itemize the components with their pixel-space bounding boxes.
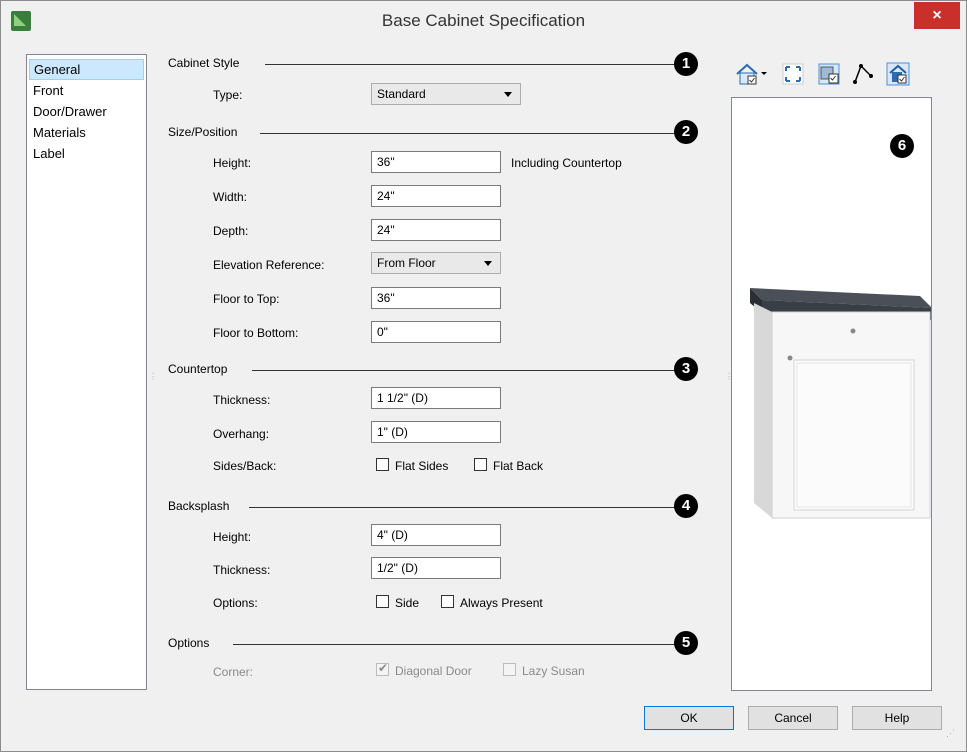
lazy-susan-label: Lazy Susan (522, 664, 585, 678)
category-list: General Front Door/Drawer Materials Labe… (26, 54, 147, 690)
view-type-dropdown-icon[interactable] (735, 62, 767, 86)
elevation-reference-label: Elevation Reference: (213, 258, 325, 272)
width-field[interactable]: 24" (371, 185, 501, 207)
splitter-grip[interactable]: ⋮ (149, 372, 157, 381)
nav-item-front[interactable]: Front (29, 80, 144, 101)
chevron-down-icon (504, 92, 512, 97)
side-checkbox[interactable] (376, 595, 389, 608)
type-value: Standard (377, 87, 426, 101)
elevation-reference-dropdown[interactable]: From Floor (371, 252, 501, 274)
backsplash-thickness-label: Thickness: (213, 563, 271, 577)
backsplash-height-label: Height: (213, 530, 252, 544)
floor-to-top-field[interactable]: 36" (371, 287, 501, 309)
section-divider (260, 133, 675, 134)
side-label: Side (395, 596, 420, 610)
always-present-label: Always Present (460, 596, 543, 610)
section-options-title: Options (168, 636, 210, 650)
sides-back-label: Sides/Back: (213, 459, 277, 473)
callout-badge-2: 2 (674, 120, 698, 144)
callout-badge-5: 5 (674, 631, 698, 655)
section-countertop-title: Countertop (168, 362, 228, 376)
flat-sides-checkbox[interactable] (376, 458, 389, 471)
show-in-preview-icon[interactable] (886, 62, 910, 86)
height-field[interactable]: 36" (371, 151, 501, 173)
fill-window-icon[interactable] (781, 62, 805, 86)
cancel-button[interactable]: Cancel (748, 706, 838, 730)
render-options-icon[interactable] (817, 62, 841, 86)
height-note: Including Countertop (511, 156, 622, 170)
height-label: Height: (213, 156, 252, 170)
diagonal-door-checkbox[interactable]: ✔ (376, 661, 389, 676)
section-size-position-title: Size/Position (168, 125, 238, 139)
always-present-checkbox[interactable] (441, 595, 454, 608)
orbit-icon[interactable] (851, 62, 875, 86)
check-icon: ✔ (378, 661, 389, 675)
title-bar: Base Cabinet Specification × (1, 1, 966, 42)
section-divider (252, 370, 675, 371)
lazy-susan-checkbox[interactable] (503, 663, 516, 676)
cabinet-preview-image (750, 288, 931, 519)
flat-back-label: Flat Back (493, 459, 544, 473)
nav-item-door-drawer[interactable]: Door/Drawer (29, 101, 144, 122)
flat-back-checkbox[interactable] (474, 458, 487, 471)
help-button[interactable]: Help (852, 706, 942, 730)
section-divider (249, 507, 675, 508)
diagonal-door-label: Diagonal Door (395, 664, 472, 678)
callout-badge-1: 1 (674, 52, 698, 76)
overhang-label: Overhang: (213, 427, 270, 441)
callout-badge-4: 4 (674, 494, 698, 518)
section-backsplash-title: Backsplash (168, 499, 230, 513)
chevron-down-icon (484, 261, 492, 266)
floor-to-top-label: Floor to Top: (213, 292, 280, 306)
elevation-reference-value: From Floor (377, 256, 436, 270)
corner-label: Corner: (213, 665, 254, 679)
floor-to-bottom-field[interactable]: 0" (371, 321, 501, 343)
section-divider (233, 644, 675, 645)
countertop-thickness-label: Thickness: (213, 393, 271, 407)
depth-label: Depth: (213, 224, 249, 238)
window-title: Base Cabinet Specification (381, 11, 586, 30)
dialog-window: Base Cabinet Specification × General Fro… (0, 0, 967, 752)
nav-item-materials[interactable]: Materials (29, 122, 144, 143)
ok-button[interactable]: OK (644, 706, 734, 730)
backsplash-thickness-field[interactable]: 1/2" (D) (371, 557, 501, 579)
flat-sides-label: Flat Sides (395, 459, 449, 473)
close-button[interactable]: × (914, 2, 960, 29)
width-label: Width: (213, 190, 248, 204)
countertop-thickness-field[interactable]: 1 1/2" (D) (371, 387, 501, 409)
overhang-field[interactable]: 1" (D) (371, 421, 501, 443)
backsplash-height-field[interactable]: 4" (D) (371, 524, 501, 546)
section-divider (265, 64, 675, 65)
nav-item-general[interactable]: General (29, 59, 144, 80)
type-dropdown[interactable]: Standard (371, 83, 521, 105)
dialog-body: General Front Door/Drawer Materials Labe… (9, 42, 958, 743)
splitter-grip[interactable]: ⋮ (725, 372, 733, 381)
preview-pane: 6 (731, 97, 932, 691)
section-cabinet-style-title: Cabinet Style (168, 56, 240, 70)
type-label: Type: (213, 88, 243, 102)
callout-badge-3: 3 (674, 357, 698, 381)
depth-field[interactable]: 24" (371, 219, 501, 241)
nav-item-label[interactable]: Label (29, 143, 144, 164)
resize-grip-icon[interactable]: ⋰ (946, 728, 955, 739)
backsplash-options-label: Options: (213, 596, 258, 610)
floor-to-bottom-label: Floor to Bottom: (213, 326, 299, 340)
